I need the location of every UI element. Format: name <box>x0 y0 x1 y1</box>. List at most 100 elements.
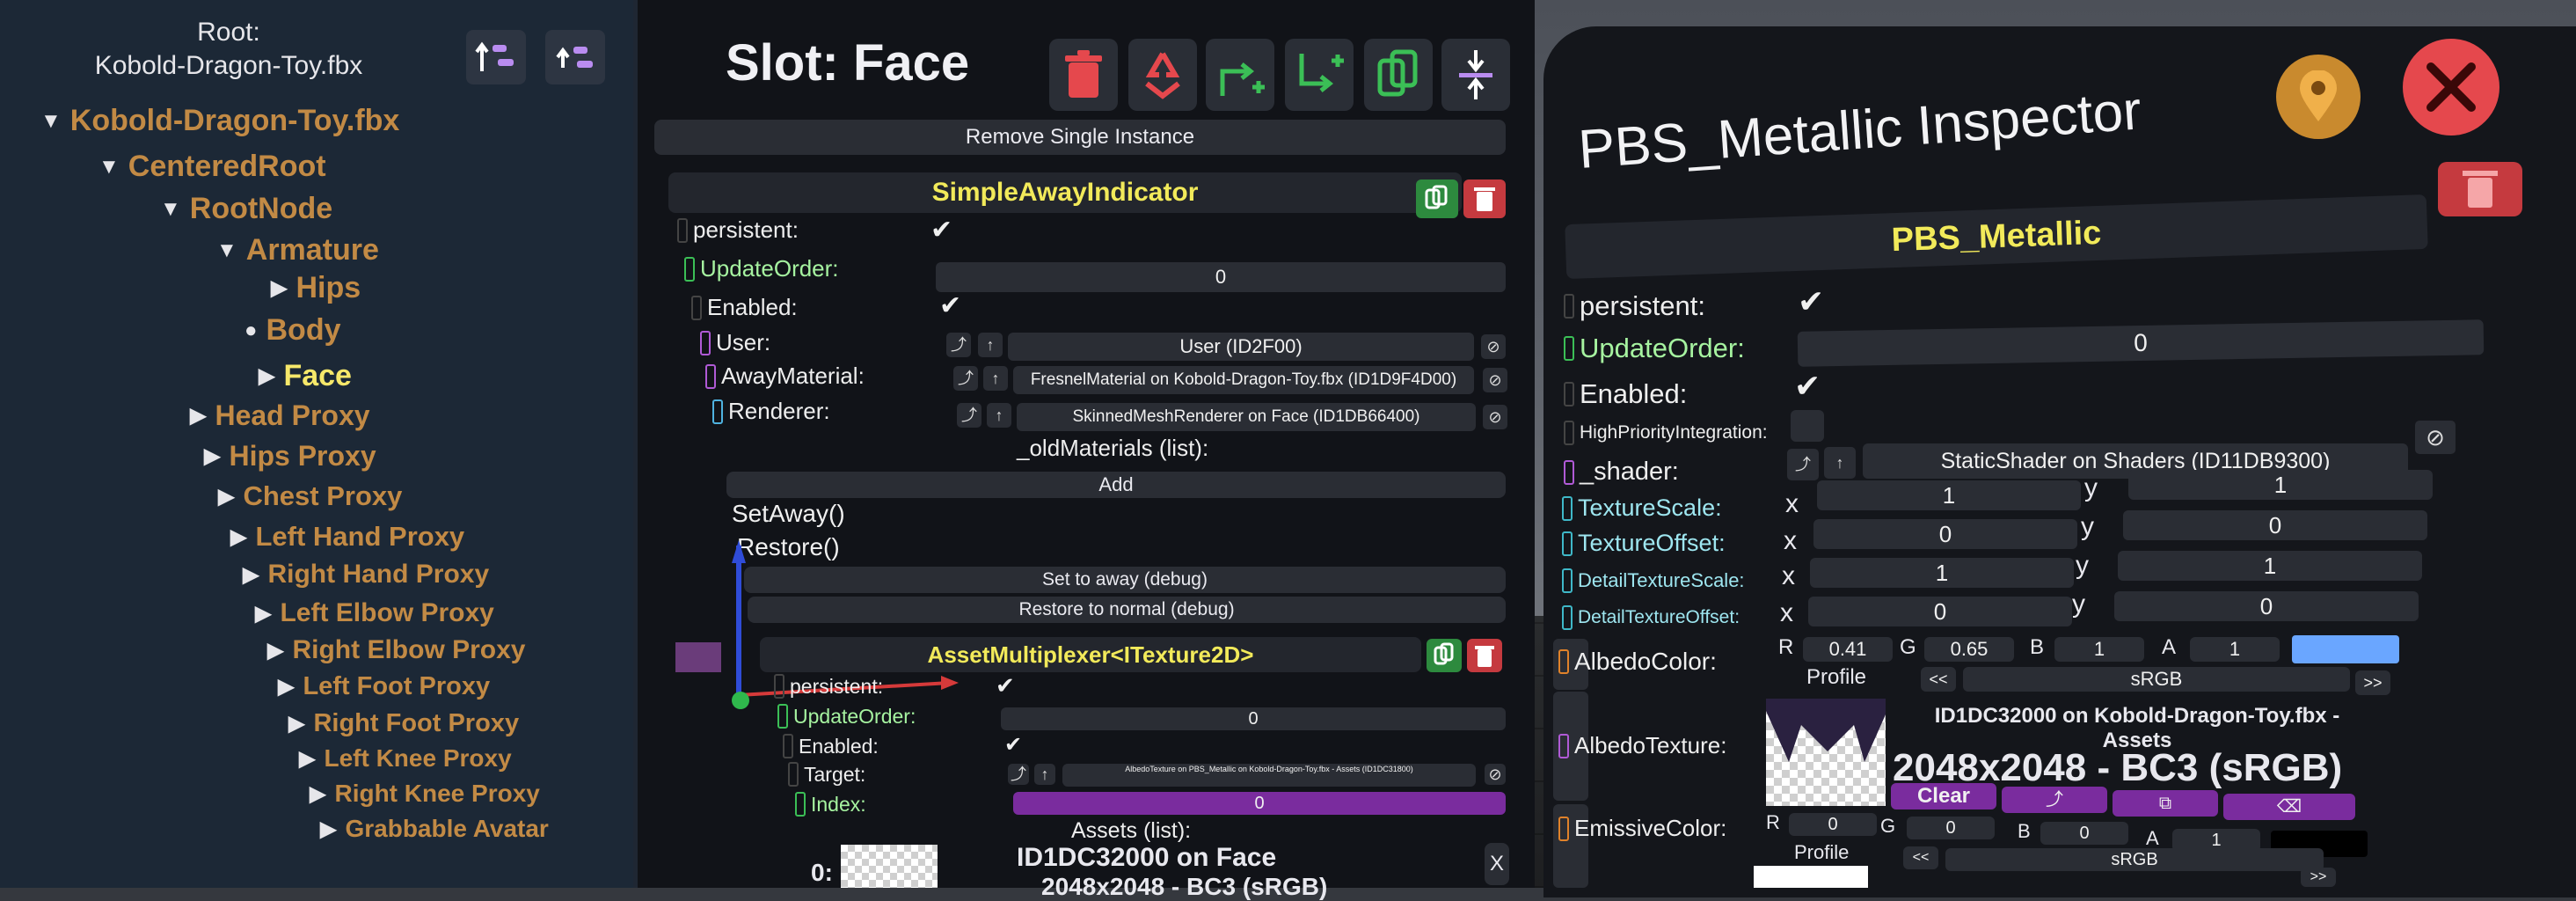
albedo-g-input[interactable]: 0.65 <box>1924 637 2014 662</box>
tree-item-body[interactable]: ● Body <box>244 313 341 348</box>
detail-offset-y-input[interactable]: 0 <box>2114 591 2419 621</box>
driver-indicator[interactable] <box>1564 459 1574 485</box>
insert-parent-button[interactable] <box>1206 39 1274 111</box>
collapse-triangle-icon[interactable]: ▼ <box>160 197 181 222</box>
jump-to-reference-button[interactable]: ⤴ <box>953 366 978 391</box>
destroy-preserve-assets-button[interactable] <box>1128 39 1197 111</box>
jump-to-texture-button[interactable]: ⤴ <box>2002 787 2107 813</box>
clear-reference-icon[interactable]: ⊘ <box>1483 368 1507 392</box>
remove-single-instance-button[interactable]: Remove Single Instance <box>654 120 1506 155</box>
locate-button[interactable] <box>2276 55 2361 139</box>
tree-item-left-knee-proxy[interactable]: ▶ Left Knee Proxy <box>299 744 512 773</box>
expand-triangle-icon[interactable]: ▶ <box>230 524 246 550</box>
tree-item-right-elbow-proxy[interactable]: ▶ Right Elbow Proxy <box>267 635 526 665</box>
profile-prev-button[interactable]: << <box>1903 846 1938 869</box>
driver-indicator[interactable] <box>1564 336 1574 361</box>
update-order-input[interactable]: 0 <box>1001 707 1506 730</box>
expand-triangle-icon[interactable]: ▶ <box>271 275 287 301</box>
driver-indicator[interactable] <box>783 734 793 758</box>
driver-indicator[interactable] <box>705 363 716 389</box>
albedo-b-input[interactable]: 1 <box>2054 637 2144 662</box>
emissive-b-input[interactable]: 0 <box>2040 822 2128 845</box>
duplicate-component-button[interactable] <box>1427 639 1462 672</box>
target-reference-field[interactable]: AlbedoTexture on PBS_Metallic on Kobold-… <box>1062 764 1476 787</box>
driver-indicator[interactable] <box>691 295 702 320</box>
clear-reference-icon[interactable]: ⊘ <box>1483 405 1507 429</box>
collapse-triangle-icon[interactable]: ▼ <box>99 155 120 179</box>
tree-item-right-foot-proxy[interactable]: ▶ Right Foot Proxy <box>288 709 519 738</box>
driver-indicator[interactable] <box>777 704 788 729</box>
profile-next-button[interactable]: >> <box>2301 868 2336 887</box>
expand-triangle-icon[interactable]: ▶ <box>255 601 271 626</box>
expand-triangle-icon[interactable]: ▶ <box>320 817 336 842</box>
high-priority-checkbox[interactable] <box>1791 410 1824 442</box>
select-reference-button[interactable]: ↑ <box>983 366 1008 391</box>
expand-triangle-icon[interactable]: ▶ <box>218 484 234 509</box>
driver-indicator[interactable] <box>1558 649 1569 674</box>
remove-asset-button[interactable]: X <box>1485 843 1509 885</box>
clear-texture-button[interactable]: Clear <box>1891 783 1996 809</box>
remove-component-button[interactable] <box>1467 639 1502 672</box>
destroy-material-button[interactable] <box>2438 162 2522 216</box>
renderer-reference-field[interactable]: SkinnedMeshRenderer on Face (ID1DB66400) <box>1017 403 1476 431</box>
driver-indicator[interactable] <box>788 762 799 787</box>
clear-reference-icon[interactable]: ⊘ <box>1485 764 1506 785</box>
tree-item-left-foot-proxy[interactable]: ▶ Left Foot Proxy <box>278 672 490 701</box>
driver-indicator[interactable] <box>684 256 695 282</box>
tree-item-rootnode[interactable]: ▼ RootNode <box>160 192 332 226</box>
enabled-checkbox[interactable]: ✔ <box>1794 368 1821 405</box>
index-input[interactable]: 0 <box>1013 792 1506 815</box>
tree-item-grabbable-avatar[interactable]: ▶ Grabbable Avatar <box>320 815 549 843</box>
texture-scale-y-input[interactable]: 1 <box>2128 470 2433 500</box>
jump-to-reference-button[interactable]: ⤴ <box>1787 449 1819 480</box>
texture-scale-x-input[interactable]: 1 <box>1817 480 2081 510</box>
asset-thumbnail[interactable] <box>841 845 938 888</box>
jump-to-reference-button[interactable]: ⤴ <box>957 403 982 428</box>
emissive-g-input[interactable]: 0 <box>1907 817 1995 839</box>
driver-indicator[interactable] <box>712 399 723 424</box>
erase-texture-button[interactable]: ⌫ <box>2223 794 2355 820</box>
enabled-checkbox[interactable]: ✔ <box>939 290 961 321</box>
away-material-reference-field[interactable]: FresnelMaterial on Kobold-Dragon-Toy.fbx… <box>1013 366 1474 394</box>
persistent-checkbox[interactable]: ✔ <box>930 215 952 245</box>
clear-reference-icon[interactable]: ⊘ <box>1481 334 1506 359</box>
expand-triangle-icon[interactable]: ▶ <box>190 403 206 429</box>
set-root-button[interactable] <box>545 30 605 84</box>
destroy-slot-button[interactable] <box>1049 39 1118 111</box>
reset-transform-button[interactable] <box>1441 39 1510 111</box>
expand-triangle-icon[interactable]: ▶ <box>288 711 304 736</box>
driver-indicator[interactable] <box>1564 421 1574 445</box>
driver-indicator[interactable] <box>700 330 711 355</box>
profile-value[interactable]: sRGB <box>1963 667 2350 692</box>
detail-scale-x-input[interactable]: 1 <box>1810 558 2074 588</box>
collapse-triangle-icon[interactable]: ▼ <box>216 238 237 263</box>
detail-offset-x-input[interactable]: 0 <box>1808 597 2072 626</box>
profile-next-button[interactable]: >> <box>2355 670 2390 695</box>
tree-item-armature[interactable]: ▼ Armature <box>216 233 379 267</box>
expand-triangle-icon[interactable]: ▶ <box>278 674 294 700</box>
select-reference-button[interactable]: ↑ <box>1824 447 1856 479</box>
user-reference-field[interactable]: User (ID2F00) <box>1008 333 1474 361</box>
driver-indicator[interactable] <box>774 674 784 699</box>
texture-offset-y-input[interactable]: 0 <box>2123 510 2427 540</box>
tree-item-right-hand-proxy[interactable]: ▶ Right Hand Proxy <box>243 560 489 590</box>
driver-indicator[interactable] <box>677 217 688 243</box>
expand-triangle-icon[interactable]: ▶ <box>310 781 325 807</box>
select-reference-button[interactable]: ↑ <box>1034 764 1055 785</box>
expand-triangle-icon[interactable]: ▶ <box>267 638 283 663</box>
texture-offset-x-input[interactable]: 0 <box>1813 519 2077 549</box>
albedo-r-input[interactable]: 0.41 <box>1803 637 1893 662</box>
emissive-profile-value[interactable]: sRGB <box>1945 848 2324 871</box>
duplicate-slot-button[interactable] <box>1364 39 1433 111</box>
expand-triangle-icon[interactable]: ▶ <box>204 443 220 469</box>
enabled-checkbox[interactable]: ✔ <box>1004 732 1022 758</box>
tree-item-kobold-dragon-toy[interactable]: ▼ Kobold-Dragon-Toy.fbx <box>40 104 399 138</box>
emissive-r-input[interactable]: 0 <box>1789 813 1877 836</box>
remove-component-button[interactable] <box>1463 179 1506 218</box>
tree-item-hips-proxy[interactable]: ▶ Hips Proxy <box>204 440 376 472</box>
driver-indicator[interactable] <box>1558 816 1569 841</box>
select-reference-button[interactable]: ↑ <box>987 403 1011 428</box>
tree-item-chest-proxy[interactable]: ▶ Chest Proxy <box>218 480 402 512</box>
duplicate-component-button[interactable] <box>1416 179 1458 218</box>
collapse-triangle-icon[interactable]: ▼ <box>40 109 62 134</box>
